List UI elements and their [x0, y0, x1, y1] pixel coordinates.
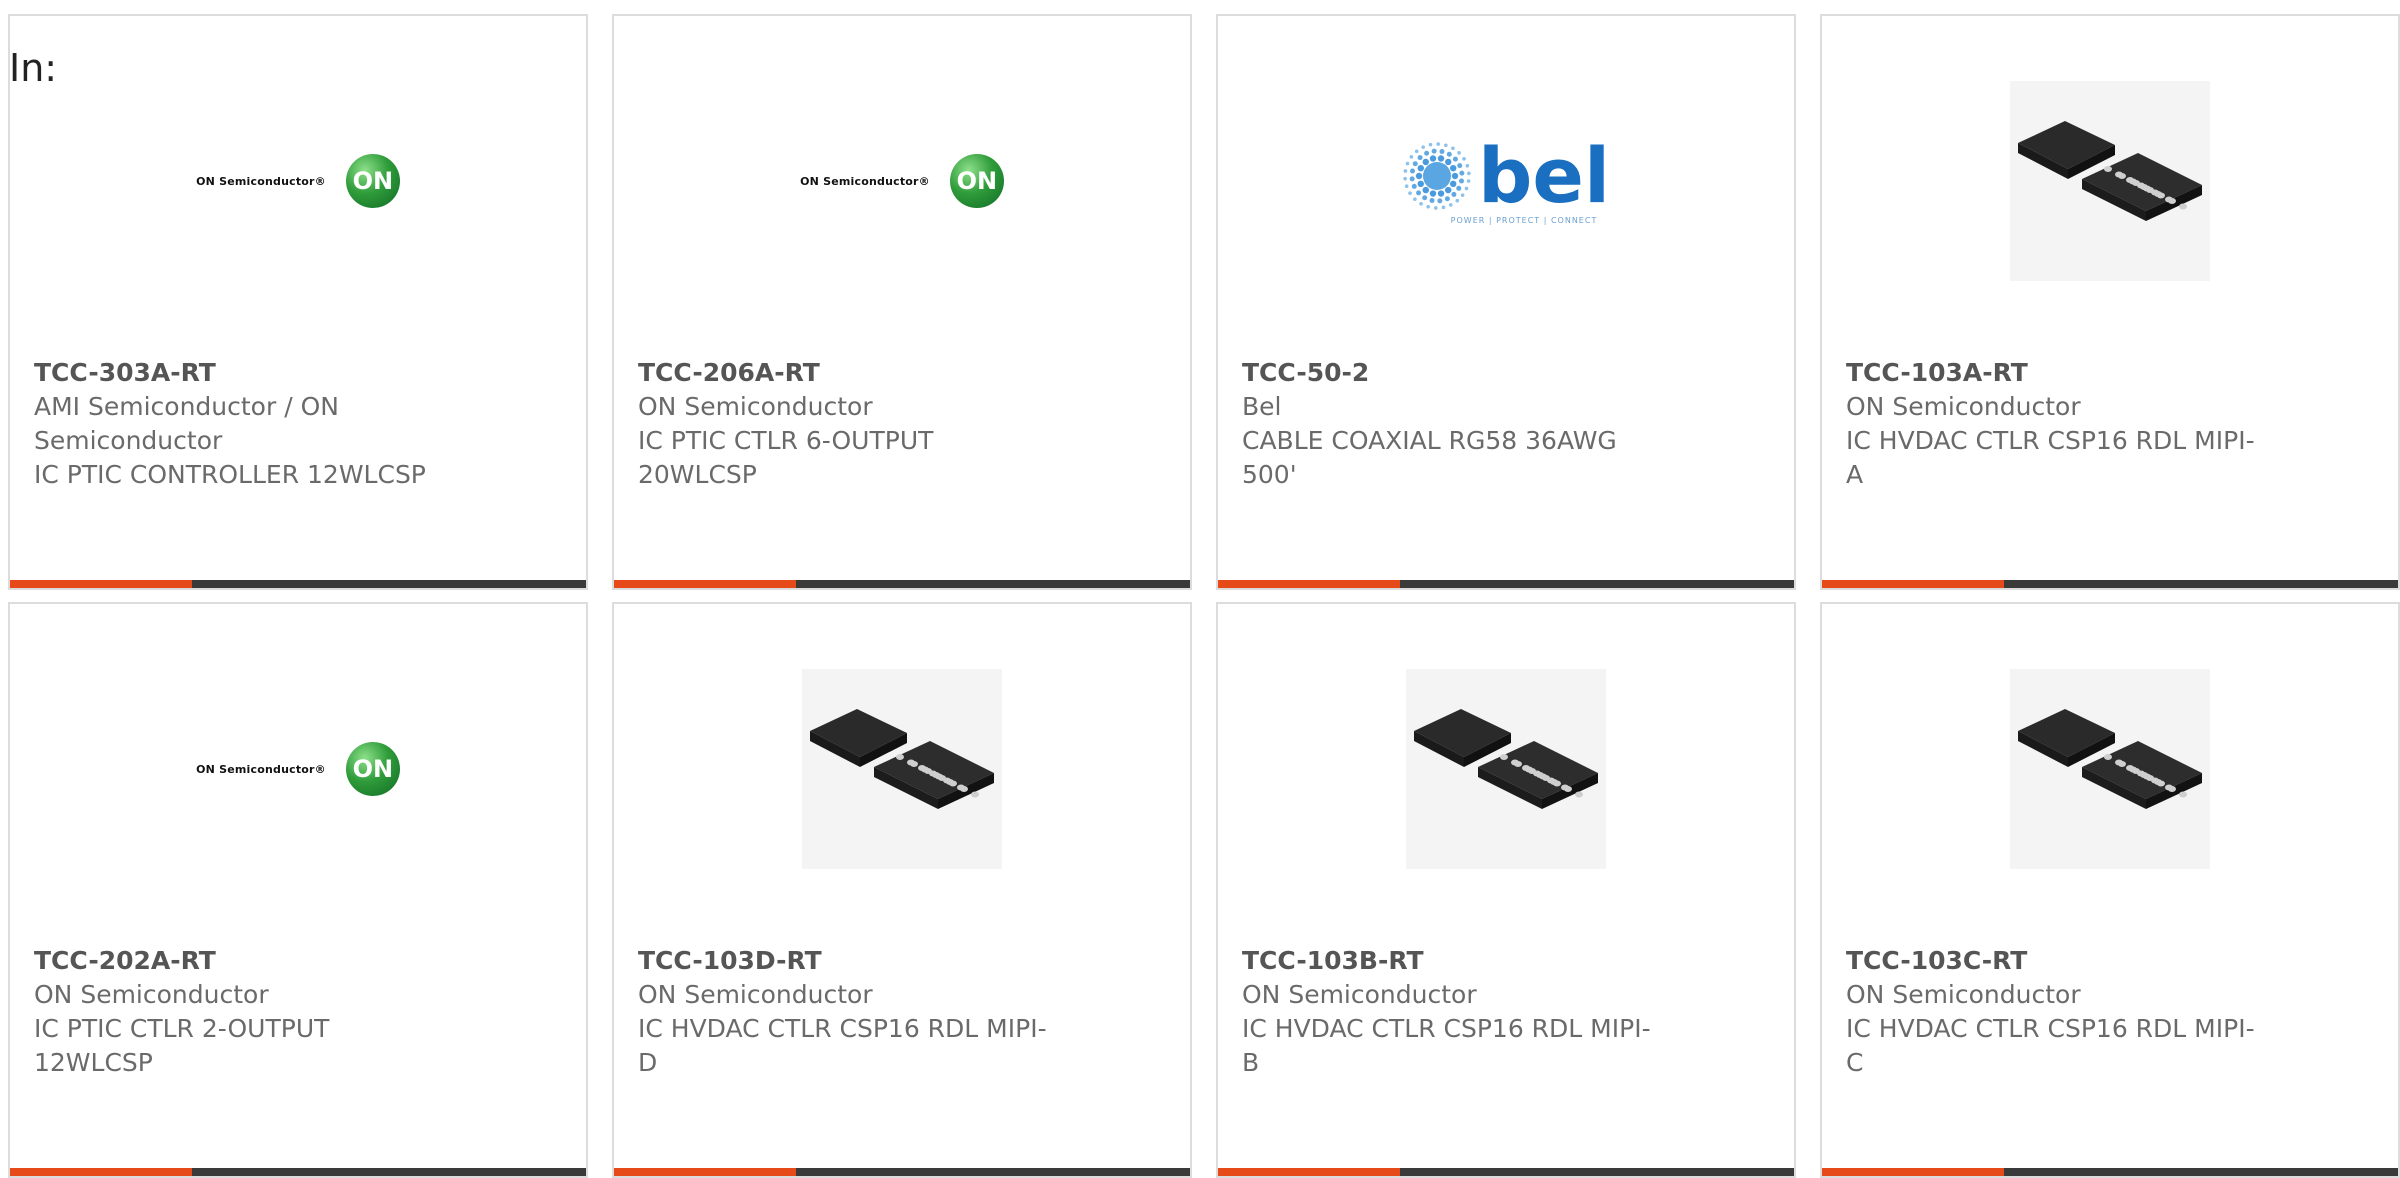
product-card[interactable]: TCC-103B-RT ON Semiconductor IC HVDAC CT… [1216, 602, 1796, 1178]
part-number[interactable]: TCC-103B-RT [1242, 944, 1662, 978]
on-semiconductor-logo: ON Semiconductor® ON [196, 742, 400, 796]
description: IC HVDAC CTLR CSP16 RDL MIPI-B [1242, 1014, 1651, 1077]
product-image[interactable]: bel POWER | PROTECT | CONNECT [1218, 76, 1794, 286]
manufacturer: ON Semiconductor [1846, 392, 2081, 421]
description: CABLE COAXIAL RG58 36AWG 500' [1242, 426, 1617, 489]
product-image[interactable] [1822, 76, 2398, 286]
product-card[interactable]: ON Semiconductor® ON TCC-206A-RT ON Semi… [612, 14, 1192, 590]
product-card[interactable]: TCC-103A-RT ON Semiconductor IC HVDAC CT… [1820, 14, 2400, 590]
manufacturer: Bel [1242, 392, 1282, 421]
manufacturer: ON Semiconductor [34, 980, 269, 1009]
product-image[interactable]: ON Semiconductor® ON [10, 664, 586, 874]
description: IC PTIC CTLR 6-OUTPUT 20WLCSP [638, 426, 934, 489]
on-semiconductor-logo: ON Semiconductor® ON [196, 154, 400, 208]
part-number[interactable]: TCC-202A-RT [34, 944, 454, 978]
part-number[interactable]: TCC-103A-RT [1846, 356, 2266, 390]
part-number[interactable]: TCC-206A-RT [638, 356, 1058, 390]
manufacturer: ON Semiconductor [1846, 980, 2081, 1009]
product-grid: ON Semiconductor® ON TCC-303A-RT AMI Sem… [8, 14, 2400, 1178]
part-number[interactable]: TCC-303A-RT [34, 356, 454, 390]
product-card[interactable]: TCC-103C-RT ON Semiconductor IC HVDAC CT… [1820, 602, 2400, 1178]
card-accent-bar [10, 580, 586, 588]
card-accent-bar [1218, 1168, 1794, 1176]
description: IC PTIC CTLR 2-OUTPUT 12WLCSP [34, 1014, 330, 1077]
card-accent-bar [1822, 580, 2398, 588]
manufacturer: ON Semiconductor [1242, 980, 1477, 1009]
product-card[interactable]: bel POWER | PROTECT | CONNECT TCC-50-2 B… [1216, 14, 1796, 590]
card-accent-bar [614, 580, 1190, 588]
chip-package-photo [1406, 669, 1606, 869]
manufacturer: AMI Semiconductor / ON Semiconductor [34, 392, 339, 455]
description: IC HVDAC CTLR CSP16 RDL MIPI-D [638, 1014, 1047, 1077]
card-accent-bar [10, 1168, 586, 1176]
description: IC HVDAC CTLR CSP16 RDL MIPI-A [1846, 426, 2255, 489]
bel-logo: bel POWER | PROTECT | CONNECT [1402, 137, 1610, 225]
product-image[interactable]: ON Semiconductor® ON [614, 76, 1190, 286]
chip-package-photo [2010, 669, 2210, 869]
manufacturer: ON Semiconductor [638, 392, 873, 421]
product-image[interactable]: ON Semiconductor® ON [10, 76, 586, 286]
product-image[interactable] [1822, 664, 2398, 874]
product-image[interactable] [1218, 664, 1794, 874]
product-card[interactable]: TCC-103D-RT ON Semiconductor IC HVDAC CT… [612, 602, 1192, 1178]
product-card[interactable]: ON Semiconductor® ON TCC-202A-RT ON Semi… [8, 602, 588, 1178]
description: IC HVDAC CTLR CSP16 RDL MIPI-C [1846, 1014, 2255, 1077]
product-image[interactable] [614, 664, 1190, 874]
card-accent-bar [1822, 1168, 2398, 1176]
description: IC PTIC CONTROLLER 12WLCSP [34, 460, 426, 489]
card-accent-bar [1218, 580, 1794, 588]
chip-package-photo [2010, 81, 2210, 281]
part-number[interactable]: TCC-103C-RT [1846, 944, 2266, 978]
bel-burst-icon [1403, 141, 1471, 210]
chip-package-photo [802, 669, 1002, 869]
part-number[interactable]: TCC-103D-RT [638, 944, 1058, 978]
filter-label: In: [9, 46, 58, 90]
manufacturer: ON Semiconductor [638, 980, 873, 1009]
product-card[interactable]: ON Semiconductor® ON TCC-303A-RT AMI Sem… [8, 14, 588, 590]
part-number[interactable]: TCC-50-2 [1242, 356, 1662, 390]
card-accent-bar [614, 1168, 1190, 1176]
on-semiconductor-logo: ON Semiconductor® ON [800, 154, 1004, 208]
